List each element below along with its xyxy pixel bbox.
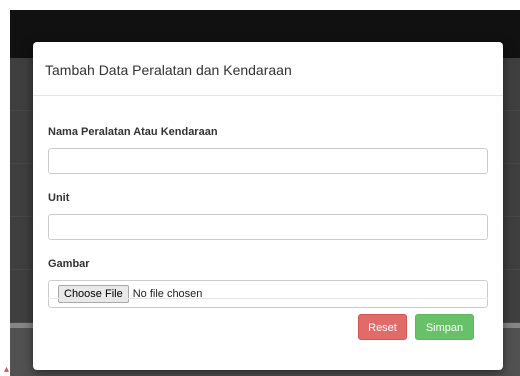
modal-footer-divider — [48, 298, 488, 299]
modal-header: Tambah Data Peralatan dan Kendaraan — [33, 42, 503, 96]
unit-field-label: Unit — [48, 192, 70, 204]
modal-body: Nama Peralatan Atau Kendaraan Unit Gamba… — [33, 96, 503, 308]
name-field-label: Nama Peralatan Atau Kendaraan — [48, 126, 218, 138]
image-field-label: Gambar — [48, 258, 90, 270]
save-button[interactable]: Simpan — [415, 314, 474, 340]
choose-file-button[interactable]: Choose File — [58, 285, 129, 303]
image-file-input: Choose File No file chosen — [48, 280, 488, 308]
name-input[interactable] — [48, 148, 488, 174]
add-equipment-modal: Tambah Data Peralatan dan Kendaraan Nama… — [33, 42, 503, 370]
reset-button[interactable]: Reset — [358, 314, 407, 340]
modal-title: Tambah Data Peralatan dan Kendaraan — [45, 62, 292, 78]
corner-marker-icon: ▴ — [4, 364, 10, 375]
unit-input[interactable] — [48, 214, 488, 240]
